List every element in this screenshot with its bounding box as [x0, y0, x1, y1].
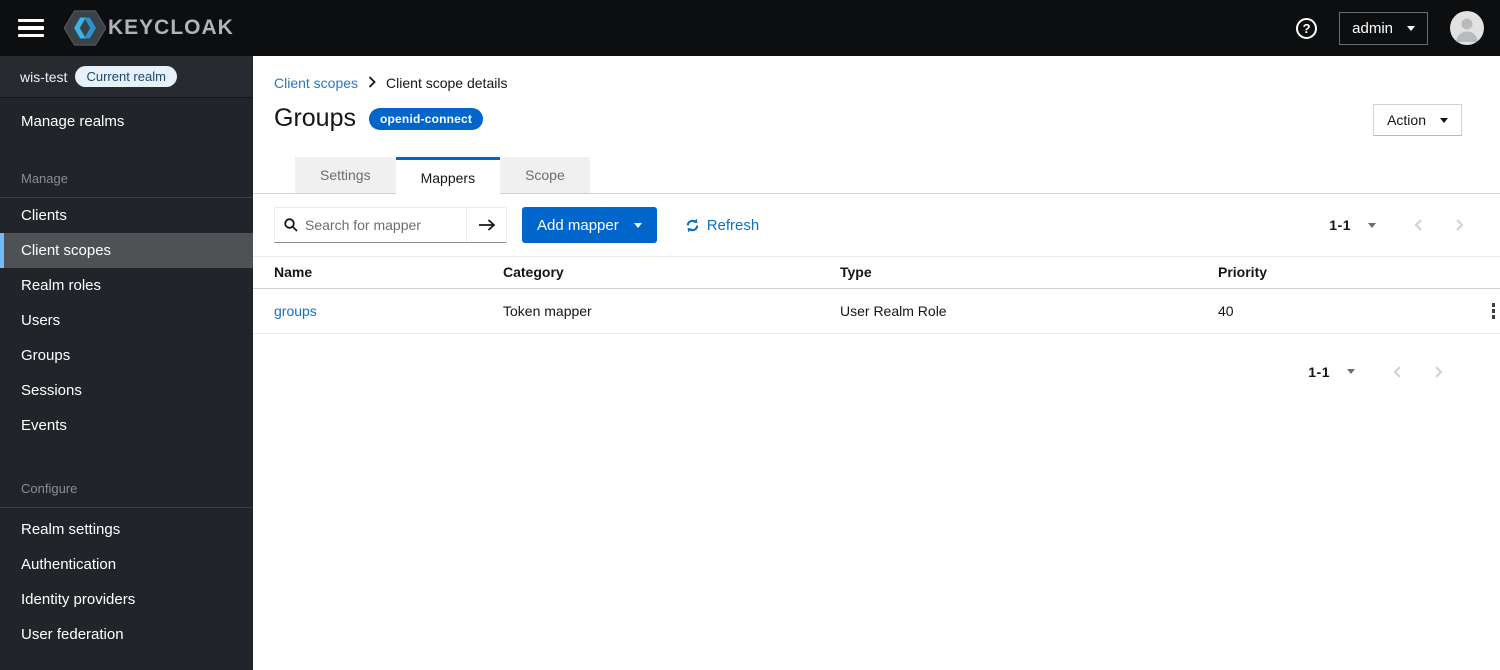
tab-mappers[interactable]: Mappers [395, 157, 501, 195]
mappers-table: Name Category Type Priority groups Token… [253, 256, 1500, 334]
current-realm-badge: Current realm [75, 66, 177, 87]
sidebar-item-groups[interactable]: Groups [0, 338, 253, 373]
protocol-badge: openid-connect [368, 107, 484, 130]
sidebar-item-events[interactable]: Events [0, 408, 253, 443]
tab-bar: Settings Mappers Scope [253, 157, 1500, 195]
user-silhouette-icon [1456, 18, 1478, 42]
refresh-link[interactable]: Refresh [685, 216, 760, 234]
table-row: groups Token mapper User Realm Role 40 [253, 289, 1500, 334]
search-submit-button[interactable] [466, 208, 506, 242]
mapper-priority: 40 [1218, 302, 1234, 319]
chevron-down-icon [1407, 25, 1415, 31]
pagination-top: 1-1 [1329, 214, 1500, 236]
chevron-right-icon [1456, 219, 1464, 231]
mapper-name-link[interactable]: groups [274, 303, 317, 319]
keycloak-logo-icon [64, 9, 106, 47]
pagination-prev-button[interactable] [1398, 214, 1439, 236]
pagination-range: 1-1 [1329, 217, 1351, 233]
user-menu-dropdown[interactable]: admin [1339, 11, 1428, 45]
sidebar-item-manage-realms[interactable]: Manage realms [0, 98, 253, 145]
refresh-icon [685, 218, 700, 233]
sidebar-item-identity-providers[interactable]: Identity providers [0, 582, 253, 617]
nav-toggle-icon[interactable] [18, 18, 44, 38]
column-header-category: Category [503, 264, 564, 280]
column-header-name: Name [274, 264, 313, 280]
sidebar-item-client-scopes[interactable]: Client scopes [0, 233, 253, 268]
sidebar-item-user-federation[interactable]: User federation [0, 617, 253, 652]
action-dropdown-button[interactable]: Action [1373, 104, 1462, 136]
pagination-next-button[interactable] [1439, 214, 1480, 236]
breadcrumb-separator-icon [368, 75, 376, 91]
sidebar-item-authentication[interactable]: Authentication [0, 547, 253, 582]
keycloak-logo[interactable]: KEYCLOAK [64, 9, 234, 47]
mappers-toolbar: Add mapper Refresh 1-1 [253, 194, 1500, 256]
sidebar-item-realm-roles[interactable]: Realm roles [0, 268, 253, 303]
realm-name: wis-test [20, 68, 68, 85]
add-mapper-label: Add mapper [537, 216, 619, 234]
sidebar: wis-test Current realm Manage realms Man… [0, 56, 253, 670]
refresh-label: Refresh [706, 216, 760, 234]
pagination-options-icon[interactable] [1347, 369, 1355, 374]
pagination-bottom: 1-1 [253, 361, 1500, 383]
search-icon [284, 218, 298, 232]
table-header-row: Name Category Type Priority [253, 257, 1500, 289]
sidebar-item-users[interactable]: Users [0, 303, 253, 338]
mapper-type: User Realm Role [840, 302, 947, 319]
chevron-left-icon [1393, 365, 1401, 378]
column-header-type: Type [840, 264, 872, 280]
sidebar-item-clients[interactable]: Clients [0, 198, 253, 233]
pagination-range: 1-1 [1308, 363, 1330, 380]
sidebar-section-manage: Manage [21, 171, 68, 186]
pagination-options-icon[interactable] [1368, 222, 1376, 228]
masthead: KEYCLOAK ? admin [0, 0, 1500, 56]
breadcrumb: Client scopes Client scope details [253, 56, 1500, 91]
add-mapper-button[interactable]: Add mapper [522, 207, 657, 243]
action-label: Action [1387, 112, 1426, 128]
page-header: Groups openid-connect Action [253, 91, 1500, 136]
realm-selector[interactable]: wis-test Current realm [0, 56, 253, 98]
sidebar-item-realm-settings[interactable]: Realm settings [0, 508, 253, 547]
column-header-priority: Priority [1218, 264, 1268, 280]
search-input[interactable] [305, 217, 445, 233]
breadcrumb-current: Client scope details [386, 75, 508, 91]
chevron-right-icon [1435, 365, 1443, 378]
tab-settings[interactable]: Settings [295, 157, 396, 193]
search-group [274, 207, 507, 243]
avatar[interactable] [1450, 11, 1484, 45]
pagination-next-button[interactable] [1418, 361, 1459, 383]
pagination-prev-button[interactable] [1377, 361, 1418, 383]
breadcrumb-client-scopes-link[interactable]: Client scopes [274, 75, 358, 91]
chevron-down-icon [633, 222, 642, 228]
main-content: Client scopes Client scope details Group… [253, 56, 1500, 670]
page-title: Groups [274, 104, 356, 132]
chevron-left-icon [1414, 219, 1422, 231]
tab-scope[interactable]: Scope [500, 157, 590, 193]
brand-text: KEYCLOAK [108, 16, 234, 39]
arrow-right-icon [478, 219, 495, 231]
chevron-down-icon [1440, 117, 1448, 123]
username: admin [1352, 19, 1393, 37]
help-icon[interactable]: ? [1296, 17, 1318, 39]
sidebar-item-sessions[interactable]: Sessions [0, 373, 253, 408]
row-kebab-menu-icon[interactable] [1487, 299, 1500, 323]
mapper-category: Token mapper [503, 302, 592, 319]
sidebar-section-configure: Configure [21, 481, 78, 496]
